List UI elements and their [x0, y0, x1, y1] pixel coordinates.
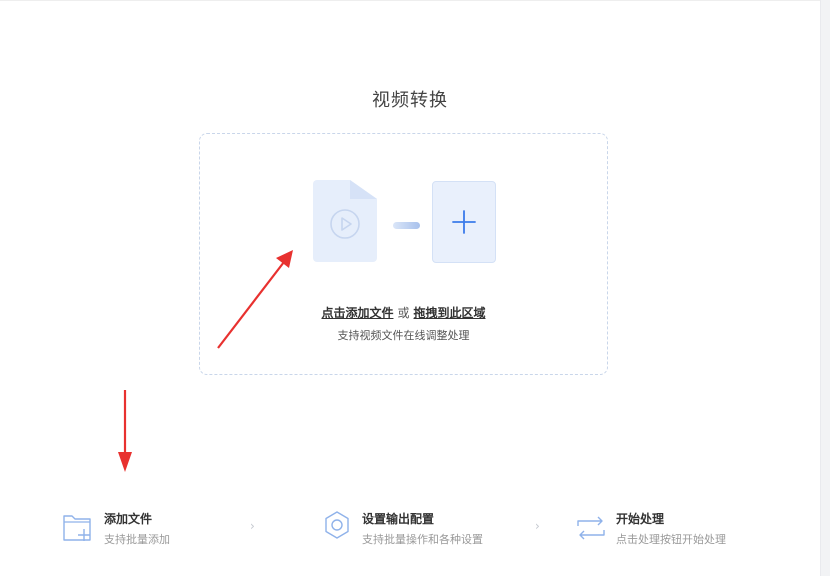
top-divider	[0, 0, 820, 1]
plus-icon	[452, 210, 476, 234]
add-file-link[interactable]: 点击添加文件	[321, 306, 393, 320]
connector-bar	[393, 222, 420, 229]
drop-zone-instructions: 点击添加文件或拖拽到此区域	[200, 304, 607, 321]
scrollbar-track[interactable]	[820, 0, 830, 576]
step-description: 支持批量操作和各种设置	[362, 533, 483, 546]
step-start-processing: 开始处理 点击处理按钮开始处理	[574, 508, 774, 548]
page-title: 视频转换	[372, 90, 448, 111]
chevron-right-icon: ›	[535, 519, 540, 533]
play-icon	[330, 209, 360, 239]
or-text: 或	[397, 306, 410, 320]
step-description: 点击处理按钮开始处理	[616, 533, 726, 546]
step-title: 开始处理	[616, 512, 665, 526]
folder-add-icon	[63, 515, 91, 541]
add-file-button[interactable]	[432, 181, 496, 263]
step-add-files: 添加文件 支持批量添加	[62, 508, 222, 548]
chevron-right-icon: ›	[250, 519, 255, 533]
step-output-settings: 设置输出配置 支持批量操作和各种设置	[320, 508, 520, 548]
repeat-icon	[577, 516, 605, 540]
drop-zone-subtitle: 支持视频文件在线调整处理	[337, 329, 470, 342]
drag-here-link[interactable]: 拖拽到此区域	[414, 306, 486, 320]
drop-zone[interactable]: 点击添加文件或拖拽到此区域 支持视频文件在线调整处理	[199, 133, 608, 375]
arrow-down-to-add-file	[118, 390, 132, 472]
step-description: 支持批量添加	[104, 533, 170, 546]
gear-icon	[325, 511, 349, 539]
step-title: 设置输出配置	[362, 512, 435, 526]
step-title: 添加文件	[104, 512, 153, 526]
